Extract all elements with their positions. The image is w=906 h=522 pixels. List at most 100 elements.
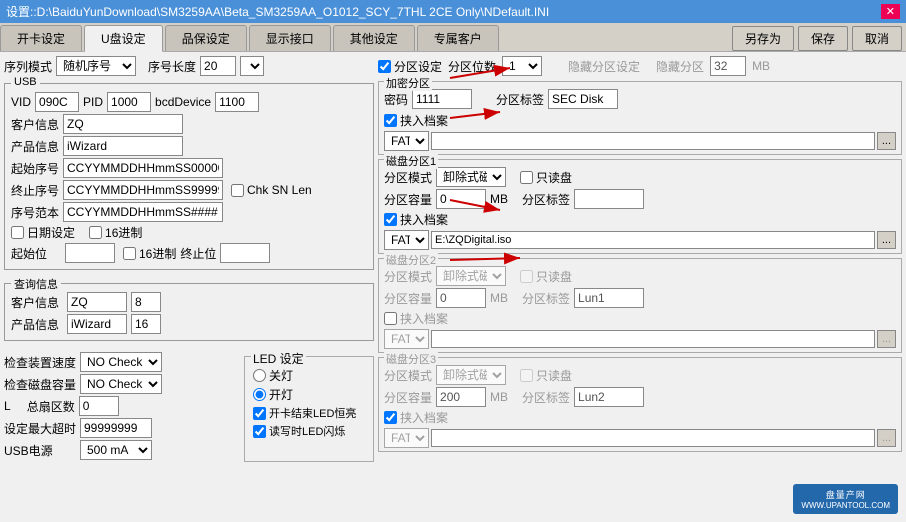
- disk3-archive-checkbox[interactable]: [384, 411, 397, 424]
- check-speed-label: 检查装置速度: [4, 354, 76, 371]
- hidden-partition-sub: 隐藏分区: [656, 58, 704, 75]
- disk3-readonly-label[interactable]: 只读盘: [520, 367, 572, 384]
- check-disk-select[interactable]: NO Check: [80, 374, 162, 394]
- tab-other[interactable]: 其他设定: [333, 25, 415, 51]
- disk3-archive-check[interactable]: 挟入档案: [384, 409, 896, 426]
- serial-len-input[interactable]: [200, 56, 236, 76]
- start-pos-input[interactable]: [65, 243, 115, 263]
- customer-input[interactable]: [63, 114, 183, 134]
- date-setting-label[interactable]: 日期设定: [11, 224, 75, 241]
- tab-customer[interactable]: 专属客户: [417, 25, 499, 51]
- max-time-input[interactable]: [80, 418, 152, 438]
- serial-len-select[interactable]: ▼: [240, 56, 264, 76]
- hex16-checkbox[interactable]: [89, 226, 102, 239]
- led-finish-label[interactable]: 开卡结束LED恒亮: [253, 405, 365, 421]
- partition-tag-1-input[interactable]: [548, 89, 618, 109]
- browse-disk1-button[interactable]: ...: [877, 231, 896, 249]
- disk1-archive-check[interactable]: 挟入档案: [384, 211, 896, 228]
- partition-setting-checkbox[interactable]: [378, 60, 391, 73]
- partition-setting-check[interactable]: 分区设定: [378, 58, 442, 75]
- disk2-readonly-label[interactable]: 只读盘: [520, 268, 572, 285]
- tab-usb-setting[interactable]: U盘设定: [84, 25, 163, 52]
- cancel-button[interactable]: 取消: [852, 26, 902, 51]
- pid-input[interactable]: [107, 92, 151, 112]
- encrypt-group: 加密分区 密码 分区标签 挟入档案 FAT: [378, 81, 902, 155]
- q-customer-num-input[interactable]: [131, 292, 161, 312]
- end-sn-input[interactable]: [63, 180, 223, 200]
- disk1-file-path-input[interactable]: [431, 231, 875, 249]
- bcd-input[interactable]: [215, 92, 259, 112]
- end-pos-input[interactable]: [220, 243, 270, 263]
- browse-disk3-button[interactable]: ...: [877, 429, 896, 447]
- save-button[interactable]: 保存: [798, 26, 848, 51]
- disk3-tag-input[interactable]: [574, 387, 644, 407]
- led-read-label[interactable]: 读写时LED闪烁: [253, 423, 365, 439]
- led-read-checkbox[interactable]: [253, 425, 266, 438]
- disk1-readonly-label[interactable]: 只读盘: [520, 169, 572, 186]
- tab-display[interactable]: 显示接口: [249, 25, 331, 51]
- chk-sn-len-checkbox[interactable]: [231, 184, 244, 197]
- disk2-file-path-input[interactable]: [431, 330, 875, 348]
- archive-1-checkbox[interactable]: [384, 114, 397, 127]
- total-sectors-input[interactable]: [79, 396, 119, 416]
- chk-sn-len-label[interactable]: Chk SN Len: [231, 183, 312, 197]
- tab-quality[interactable]: 品保设定: [165, 25, 247, 51]
- password-input[interactable]: [412, 89, 472, 109]
- disk3-fat-select[interactable]: FAT: [384, 428, 429, 448]
- sn-sample-input[interactable]: [63, 202, 223, 222]
- usb-group: USB VID PID bcdDevice 客户信息: [4, 83, 374, 270]
- disk1-tag-input[interactable]: [574, 189, 644, 209]
- disk3-readonly-checkbox[interactable]: [520, 369, 533, 382]
- led-off-label[interactable]: 关灯: [253, 367, 365, 384]
- disk2-mode-select[interactable]: 卸除式磁碟: [436, 266, 506, 286]
- serial-mode-select[interactable]: 随机序号: [56, 56, 136, 76]
- check-speed-select[interactable]: NO Check: [80, 352, 162, 372]
- date-setting-checkbox[interactable]: [11, 226, 24, 239]
- vid-label: VID: [11, 95, 31, 109]
- disk2-tag-input[interactable]: [574, 288, 644, 308]
- disk2-group: 磁盘分区2 分区模式 卸除式磁碟 只读盘 分区容量 MB 分区标签: [378, 258, 902, 353]
- disk3-file-path-input[interactable]: [431, 429, 875, 447]
- browse-disk2-button[interactable]: ...: [877, 330, 896, 348]
- product-input[interactable]: [63, 136, 183, 156]
- q-product-input[interactable]: [67, 314, 127, 334]
- vid-input[interactable]: [35, 92, 79, 112]
- led-off-radio[interactable]: [253, 369, 266, 382]
- browse-1-button[interactable]: ...: [877, 132, 896, 150]
- disk1-capacity-input[interactable]: [436, 189, 486, 209]
- hex16-label[interactable]: 16进制: [89, 224, 142, 241]
- disk2-readonly-checkbox[interactable]: [520, 270, 533, 283]
- hex16-2-checkbox[interactable]: [123, 247, 136, 260]
- partition-count-label: 分区位数: [448, 58, 496, 75]
- archive-1-check[interactable]: 挟入档案: [384, 112, 896, 129]
- serial-mode-label: 序列模式: [4, 58, 52, 75]
- disk1-readonly-checkbox[interactable]: [520, 171, 533, 184]
- disk2-capacity-input[interactable]: [436, 288, 486, 308]
- led-finish-checkbox[interactable]: [253, 407, 266, 420]
- disk1-fat-select[interactable]: FAT: [384, 230, 429, 250]
- disk3-capacity-input[interactable]: [436, 387, 486, 407]
- tab-open-card[interactable]: 开卡设定: [0, 25, 82, 51]
- q-customer-input[interactable]: [67, 292, 127, 312]
- hex16-2-label[interactable]: 16进制: [123, 245, 176, 262]
- file-path-1-input[interactable]: [431, 132, 875, 150]
- disk1-mode-select[interactable]: 卸除式磁碟: [436, 167, 506, 187]
- disk2-archive-checkbox[interactable]: [384, 312, 397, 325]
- disk3-mode-select[interactable]: 卸除式磁碟: [436, 365, 506, 385]
- hidden-partition-input[interactable]: [710, 56, 746, 76]
- led-on-label[interactable]: 开灯: [253, 386, 365, 403]
- close-button[interactable]: ✕: [881, 4, 900, 19]
- save-as-button[interactable]: 另存为: [732, 26, 794, 51]
- disk1-archive-checkbox[interactable]: [384, 213, 397, 226]
- start-sn-input[interactable]: [63, 158, 223, 178]
- disk2-archive-check[interactable]: 挟入档案: [384, 310, 896, 327]
- usb-power-select[interactable]: 500 mA: [80, 440, 152, 460]
- q-product-num-input[interactable]: [131, 314, 161, 334]
- partition-count-select[interactable]: 1234: [502, 56, 542, 76]
- query-group-title: 查询信息: [11, 276, 61, 292]
- led-on-radio[interactable]: [253, 388, 266, 401]
- disk2-fat-select[interactable]: FAT: [384, 329, 429, 349]
- fat-1-select[interactable]: FAT: [384, 131, 429, 151]
- check-section: 检查装置速度 NO Check 检查磁盘容量 NO Check L 总扇区数: [4, 352, 236, 462]
- watermark: 盘量产网 WWW.UPANTOOL.COM: [793, 484, 898, 514]
